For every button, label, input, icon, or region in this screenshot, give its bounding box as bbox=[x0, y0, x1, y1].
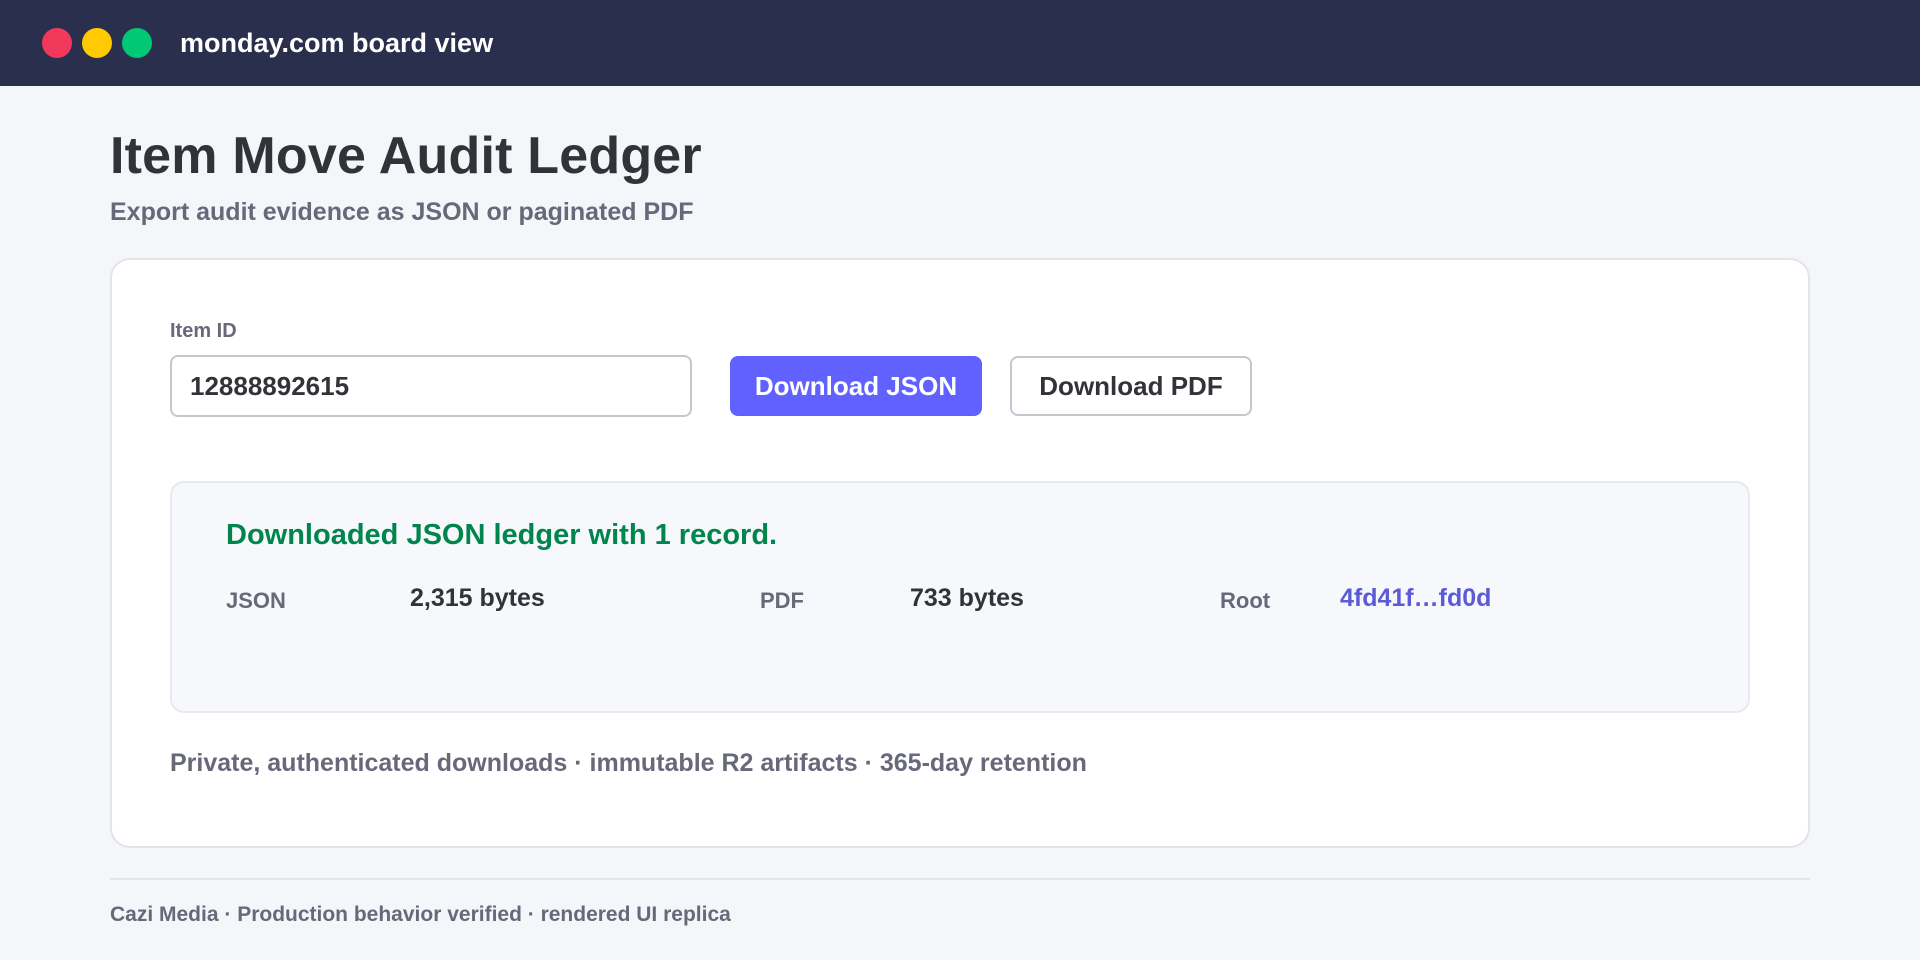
result-stats: JSON 2,315 bytes PDF 733 bytes Root 4fd4… bbox=[226, 580, 1748, 620]
download-pdf-button[interactable]: Download PDF bbox=[1010, 356, 1252, 416]
json-size-label: JSON bbox=[226, 588, 286, 613]
root-hash-value: 4fd41f…fd0d bbox=[1340, 584, 1492, 612]
success-message: Downloaded JSON ledger with 1 record. bbox=[226, 519, 778, 551]
footer-divider bbox=[110, 878, 1810, 880]
result-panel: Downloaded JSON ledger with 1 record. JS… bbox=[170, 481, 1750, 713]
footer-text: Cazi Media · Production behavior verifie… bbox=[110, 903, 731, 926]
root-hash-label: Root bbox=[1220, 588, 1271, 613]
json-size-value: 2,315 bytes bbox=[410, 584, 545, 612]
window-title: monday.com board view bbox=[180, 27, 494, 58]
export-card: Item ID Download JSON Download PDF Downl… bbox=[110, 258, 1810, 848]
close-window-icon[interactable] bbox=[42, 28, 72, 58]
page-subtitle: Export audit evidence as JSON or paginat… bbox=[110, 198, 694, 226]
item-id-input[interactable] bbox=[170, 355, 692, 417]
window-titlebar: monday.com board view bbox=[0, 0, 1920, 86]
download-json-button[interactable]: Download JSON bbox=[730, 356, 982, 416]
minimize-window-icon[interactable] bbox=[82, 28, 112, 58]
retention-note: Private, authenticated downloads · immut… bbox=[170, 749, 1087, 777]
maximize-window-icon[interactable] bbox=[122, 28, 152, 58]
item-id-label: Item ID bbox=[170, 320, 237, 342]
main-content: Item Move Audit Ledger Export audit evid… bbox=[0, 126, 1920, 927]
pdf-size-label: PDF bbox=[760, 588, 804, 613]
page-title: Item Move Audit Ledger bbox=[110, 127, 702, 185]
pdf-size-value: 733 bytes bbox=[910, 584, 1024, 612]
export-controls: Download JSON Download PDF bbox=[170, 355, 1750, 417]
